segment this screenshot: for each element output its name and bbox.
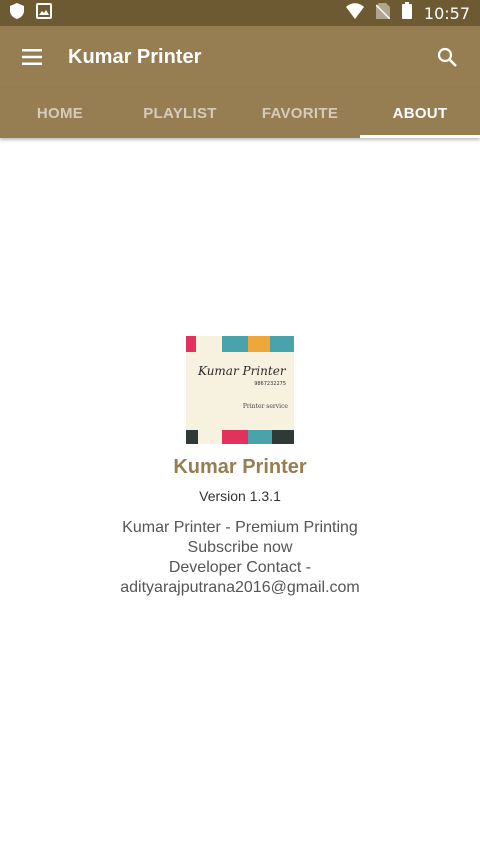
tab-favorite[interactable]: FAVORITE <box>240 88 360 138</box>
tab-about[interactable]: ABOUT <box>360 88 480 138</box>
about-app-name: Kumar Printer <box>173 456 307 478</box>
search-icon[interactable] <box>434 44 460 70</box>
tab-playlist[interactable]: PLAYLIST <box>120 88 240 138</box>
description-line: Kumar Printer - Premium Printing <box>122 519 358 536</box>
logo-phone: 9867232275 <box>254 381 286 387</box>
description-line: Developer Contact - <box>168 559 312 576</box>
menu-icon[interactable] <box>20 45 44 69</box>
shield-icon <box>10 2 24 24</box>
about-section: Kumar Printer 9867232275 Printer service… <box>0 336 480 598</box>
app-bar: Kumar Printer <box>0 26 480 88</box>
app-logo: Kumar Printer 9867232275 Printer service <box>186 336 294 444</box>
battery-icon <box>401 2 412 24</box>
status-bar: 10:57 <box>0 0 480 26</box>
about-version: Version 1.3.1 <box>199 488 281 504</box>
status-time: 10:57 <box>423 3 470 23</box>
logo-name: Kumar Printer <box>198 364 286 378</box>
about-description: Kumar Printer - Premium Printing Subscri… <box>120 518 359 598</box>
image-icon <box>36 2 52 24</box>
description-line: Subscribe now <box>187 539 293 556</box>
status-left-icons <box>10 2 52 24</box>
tab-home[interactable]: HOME <box>0 88 120 138</box>
tab-bar: HOME PLAYLIST FAVORITE ABOUT <box>0 88 480 138</box>
app-title: Kumar Printer <box>68 45 202 68</box>
no-sim-icon <box>375 2 391 24</box>
developer-email[interactable]: adityarajputrana2016@gmail.com <box>120 578 359 598</box>
logo-service: Printer service <box>242 403 288 410</box>
wifi-icon <box>345 2 364 24</box>
status-right-icons: 10:57 <box>345 2 470 24</box>
